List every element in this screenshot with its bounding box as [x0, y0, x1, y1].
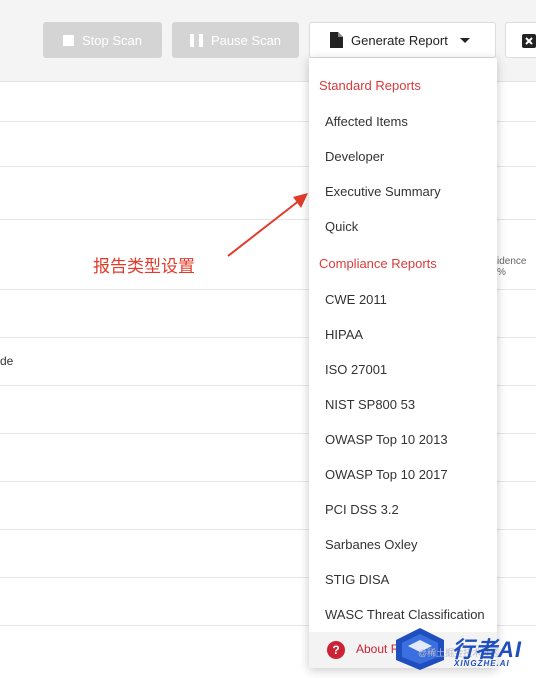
menu-item-owasp-2017[interactable]: OWASP Top 10 2017: [325, 467, 448, 482]
generate-report-menu: Standard Reports Affected Items Develope…: [309, 58, 497, 668]
menu-item-stig-disa[interactable]: STIG DISA: [325, 572, 389, 587]
menu-item-affected-items[interactable]: Affected Items: [325, 114, 408, 129]
menu-item-pci-dss[interactable]: PCI DSS 3.2: [325, 502, 399, 517]
menu-item-nist-sp800-53[interactable]: NIST SP800 53: [325, 397, 415, 412]
menu-item-quick[interactable]: Quick: [325, 219, 358, 234]
menu-item-owasp-2013[interactable]: OWASP Top 10 2013: [325, 432, 448, 447]
menu-item-hipaa[interactable]: HIPAA: [325, 327, 363, 342]
menu-item-executive-summary[interactable]: Executive Summary: [325, 184, 441, 199]
standard-reports-header: Standard Reports: [319, 78, 421, 93]
menu-item-iso-27001[interactable]: ISO 27001: [325, 362, 387, 377]
help-icon: ?: [327, 641, 345, 659]
annotation-label: 报告类型设置: [93, 257, 195, 277]
menu-item-cwe-2011[interactable]: CWE 2011: [325, 292, 387, 307]
menu-item-wasc[interactable]: WASC Threat Classification: [325, 607, 485, 622]
watermark: @稀土掘金技术社区 行者AI XINGZHE.AI: [392, 626, 532, 672]
menu-item-developer[interactable]: Developer: [325, 149, 384, 164]
watermark-domain: XINGZHE.AI: [454, 659, 510, 668]
compliance-reports-header: Compliance Reports: [319, 256, 437, 271]
menu-item-sarbanes-oxley[interactable]: Sarbanes Oxley: [325, 537, 418, 552]
